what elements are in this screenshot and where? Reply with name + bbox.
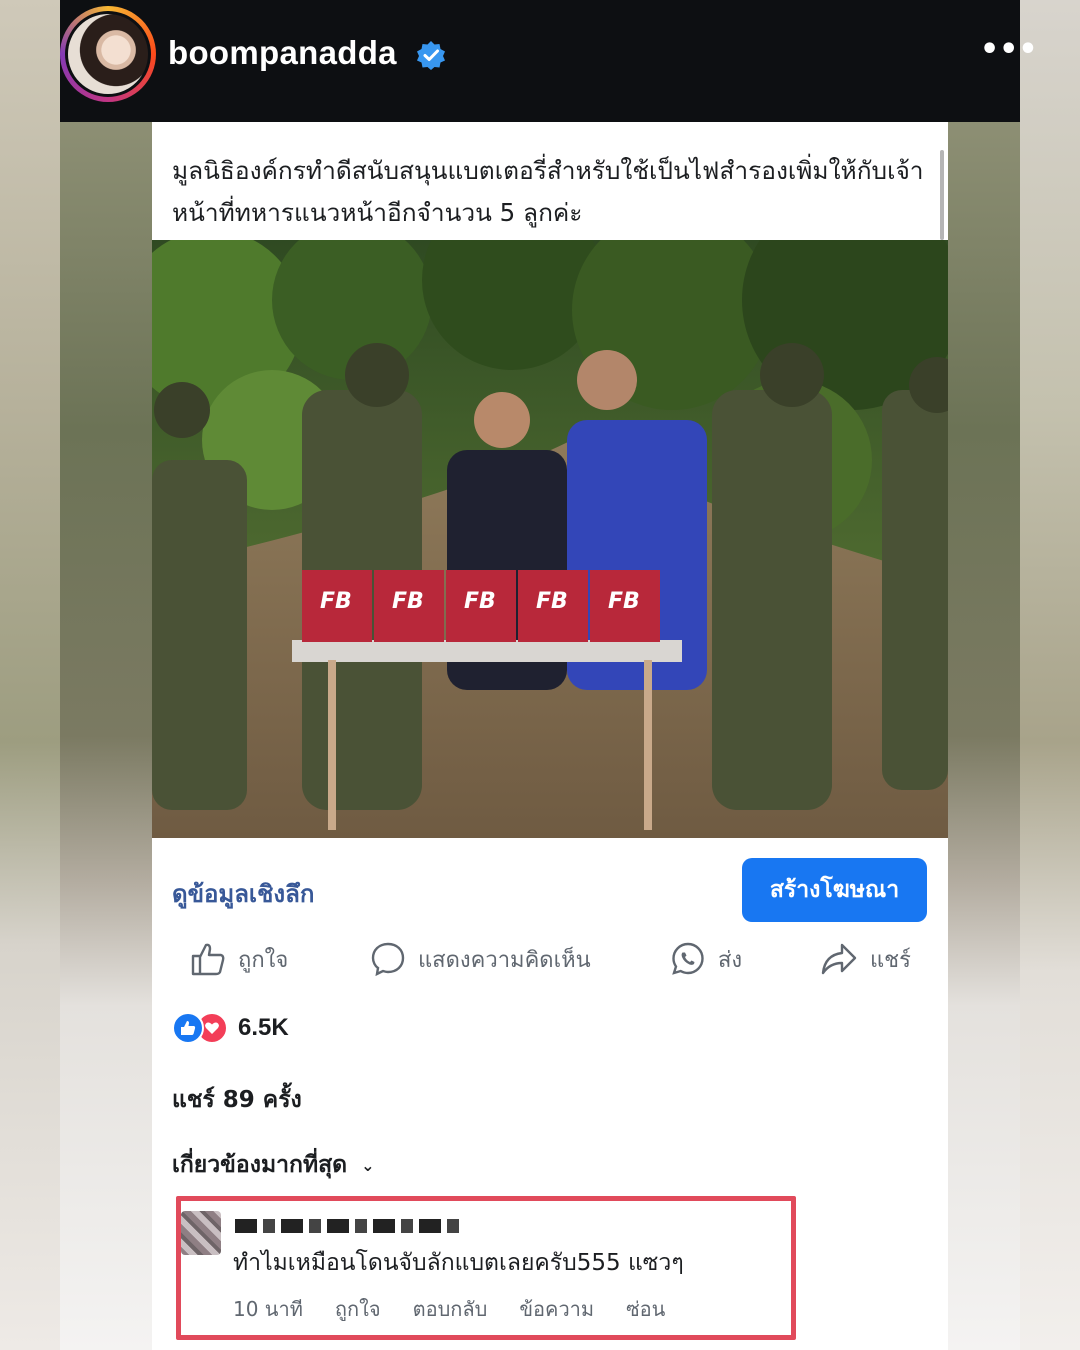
highlighted-comment: ทำไมเหมือนโดนจับลักแบตเลยครับ555 แซวๆ 10…: [176, 1196, 796, 1340]
share-arrow-icon: [821, 943, 857, 975]
verified-badge-icon: [417, 41, 445, 70]
blurred-background-left: [0, 0, 60, 1350]
share-label: แชร์: [870, 947, 911, 973]
create-ad-button[interactable]: สร้างโฆษณา: [742, 858, 927, 922]
blurred-background-right: [1020, 0, 1080, 1350]
story-ring[interactable]: [60, 6, 156, 102]
comment-button[interactable]: แสดงความคิดเห็น: [370, 934, 591, 984]
like-reaction-icon: [172, 1012, 204, 1044]
comment-hide-link[interactable]: ซ่อน: [626, 1293, 665, 1325]
username[interactable]: boompanadda: [168, 34, 397, 72]
comment-sort-dropdown[interactable]: เกี่ยวข้องมากที่สุด ⌄: [172, 1147, 375, 1183]
reaction-count: 6.5K: [238, 1014, 289, 1041]
like-button[interactable]: ถูกใจ: [190, 934, 288, 984]
whatsapp-icon: [672, 942, 704, 975]
instagram-post-header: boompanadda •••: [60, 0, 1038, 122]
like-label: ถูกใจ: [238, 947, 289, 973]
comment-message-link[interactable]: ข้อความ: [519, 1293, 594, 1325]
comment-text: ทำไมเหมือนโดนจับลักแบตเลยครับ555 แซวๆ: [233, 1250, 684, 1276]
comment-reply-link[interactable]: ตอบกลับ: [413, 1293, 488, 1325]
facebook-post-screenshot: มูลนิธิองค์กรทำดีสนับสนุนแบตเตอรี่สำหรับ…: [152, 122, 948, 1350]
post-actions: ถูกใจ แสดงความคิดเห็น ส่ง แชร์: [152, 934, 948, 984]
more-options-icon[interactable]: •••: [980, 30, 1038, 70]
scrollbar: [940, 150, 944, 240]
comment-meta: 10 นาที ถูกใจ ตอบกลับ ข้อความ ซ่อน: [233, 1293, 697, 1325]
send-whatsapp-button[interactable]: ส่ง: [670, 934, 742, 984]
profile-avatar[interactable]: [68, 14, 148, 94]
comment-time: 10 นาที: [233, 1297, 303, 1321]
share-count[interactable]: แชร์ 89 ครั้ง: [172, 1082, 302, 1118]
view-insights-link[interactable]: ดูข้อมูลเชิงลึก: [172, 874, 314, 913]
sort-label: เกี่ยวข้องมากที่สุด: [172, 1152, 348, 1178]
chevron-down-icon: ⌄: [361, 1155, 375, 1175]
send-label: ส่ง: [718, 947, 743, 973]
comment-label: แสดงความคิดเห็น: [418, 947, 591, 973]
post-photo: FB FB FB FB FB: [152, 240, 948, 838]
battery-box-label: FB: [608, 589, 640, 614]
battery-box-label: FB: [320, 589, 352, 614]
reaction-summary[interactable]: 6.5K: [172, 1010, 289, 1046]
comment-like-link[interactable]: ถูกใจ: [335, 1293, 381, 1325]
thumbs-up-icon: [191, 943, 225, 976]
battery-box-label: FB: [392, 589, 424, 614]
commenter-avatar-blurred[interactable]: [181, 1211, 221, 1255]
commenter-name-redacted: [235, 1219, 465, 1233]
battery-box-label: FB: [464, 589, 496, 614]
post-caption: มูลนิธิองค์กรทำดีสนับสนุนแบตเตอรี่สำหรับ…: [172, 156, 924, 227]
battery-box-label: FB: [536, 589, 568, 614]
share-button[interactable]: แชร์: [820, 934, 911, 984]
comment-bubble-icon: [371, 942, 405, 977]
